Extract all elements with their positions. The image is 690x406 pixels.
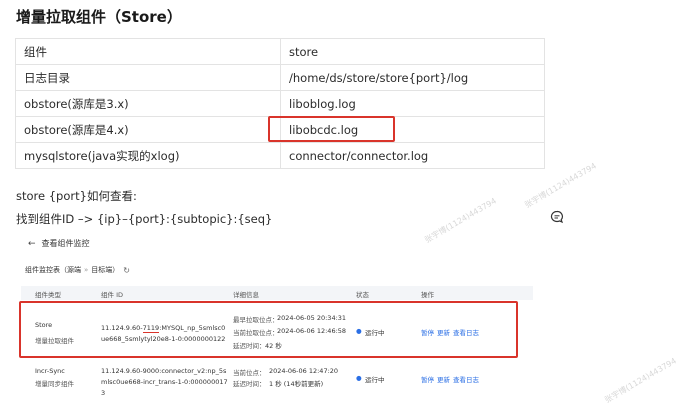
back-nav[interactable]: ← 查看组件监控: [28, 238, 90, 249]
table-cell: liboblog.log: [280, 90, 545, 117]
table-row: Incr-Sync 增量同步组件 11.124.9.60-9000:connec…: [21, 364, 533, 404]
highlight-box-store-row: [19, 301, 518, 358]
table-row: 日志目录 /home/ds/store/store{port}/log: [15, 64, 545, 91]
pause-button[interactable]: 暂停: [421, 374, 434, 384]
status-dot-icon: ●: [356, 374, 362, 382]
detail-value: 2024-06-06 12:47:20: [269, 367, 339, 375]
column-header: 操作: [421, 291, 434, 299]
table-row: obstore(源库是3.x) liboblog.log: [15, 90, 545, 117]
detail-label: 延迟时间：: [233, 380, 266, 388]
component-type-sub: 增量同步组件: [35, 380, 74, 388]
comment-icon[interactable]: [550, 210, 564, 224]
detail-value: 1 秒 (14秒前更新): [269, 380, 324, 388]
paragraph-store-port: store {port}如何查看:: [16, 189, 137, 203]
table-row: 组件 store: [15, 38, 545, 65]
component-id-line: mlsc0ue668-incr_trans-1-0:000000017: [101, 378, 228, 386]
table-cell: 组件: [15, 38, 281, 65]
column-header: 状态: [356, 291, 369, 299]
watermark: 张宇博(1124)443794: [603, 356, 678, 405]
table-row: mysqlstore(java实现的xlog) connector/connec…: [15, 142, 545, 169]
table-cell: connector/connector.log: [280, 142, 545, 169]
table-cell: obstore(源库是4.x): [15, 116, 281, 143]
breadcrumb-item: 组件监控表（源端: [25, 266, 81, 274]
back-label: 查看组件监控: [41, 239, 90, 248]
breadcrumb: 组件监控表（源端 » 目标端） ↻: [25, 265, 130, 275]
refresh-icon[interactable]: ↻: [123, 266, 130, 275]
page-title: 增量拉取组件（Store）: [16, 8, 182, 26]
column-header: 组件类型: [35, 291, 61, 299]
store-info-table: 组件 store 日志目录 /home/ds/store/store{port}…: [15, 38, 545, 169]
component-type: Incr-Sync: [35, 367, 65, 375]
column-header: 详细信息: [233, 291, 259, 299]
table-cell: 日志目录: [15, 64, 281, 91]
column-header: 组件 ID: [101, 291, 123, 299]
update-button[interactable]: 更新: [437, 374, 450, 384]
detail-label: 当前位点：: [233, 369, 266, 377]
monitor-table-header: 组件类型 组件 ID 详细信息 状态 操作: [21, 286, 533, 300]
paragraph-find-component-id: 找到组件ID –> {ip}–{port}:{subtopic}:{seq}: [16, 212, 273, 226]
breadcrumb-separator-icon: »: [84, 266, 89, 274]
table-cell: mysqlstore(java实现的xlog): [15, 142, 281, 169]
breadcrumb-item: 目标端）: [91, 266, 120, 274]
back-arrow-icon[interactable]: ←: [28, 239, 36, 249]
view-log-button[interactable]: 查看日志: [453, 374, 479, 384]
status-badge: 运行中: [365, 376, 385, 384]
table-cell: obstore(源库是3.x): [15, 90, 281, 117]
table-cell: /home/ds/store/store{port}/log: [280, 64, 545, 91]
component-id-line: 3: [101, 389, 106, 397]
component-id-line: 11.124.9.60-9000:connector_v2:np_5s: [101, 367, 227, 375]
table-cell: store: [280, 38, 545, 65]
highlight-box-libobcdc: [268, 116, 395, 142]
